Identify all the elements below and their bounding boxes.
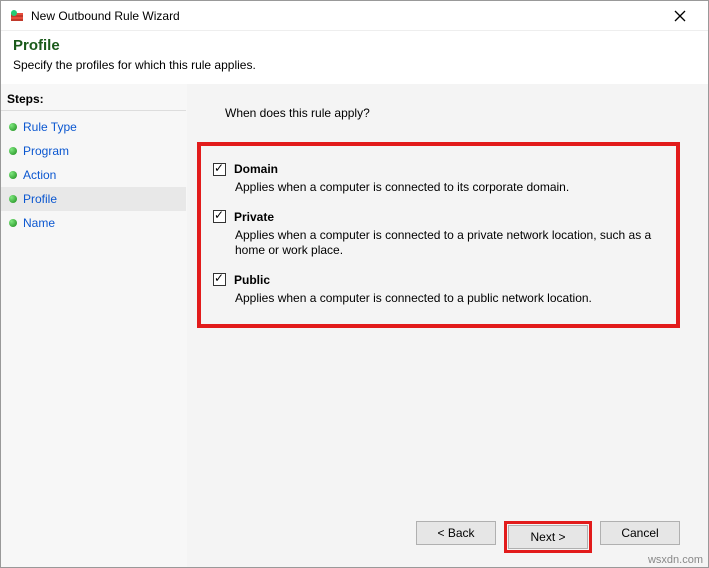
domain-desc: Applies when a computer is connected to … <box>235 180 664 196</box>
option-private: Private Applies when a computer is conne… <box>213 210 664 259</box>
public-desc: Applies when a computer is connected to … <box>235 291 664 307</box>
bullet-icon <box>9 123 17 131</box>
header: Profile Specify the profiles for which t… <box>1 31 708 84</box>
private-desc: Applies when a computer is connected to … <box>235 228 664 259</box>
bullet-icon <box>9 195 17 203</box>
wizard-window: New Outbound Rule Wizard Profile Specify… <box>0 0 709 568</box>
body: Steps: Rule Type Program Action Profile <box>1 84 708 567</box>
domain-checkbox[interactable] <box>213 163 226 176</box>
steps-title: Steps: <box>1 90 186 111</box>
step-program[interactable]: Program <box>1 139 186 163</box>
titlebar: New Outbound Rule Wizard <box>1 1 708 31</box>
step-label: Rule Type <box>23 120 77 134</box>
next-highlight: Next > <box>504 521 592 553</box>
bullet-icon <box>9 147 17 155</box>
step-profile[interactable]: Profile <box>1 187 186 211</box>
page-subtitle: Specify the profiles for which this rule… <box>13 58 696 72</box>
steps-sidebar: Steps: Rule Type Program Action Profile <box>1 84 187 567</box>
private-checkbox[interactable] <box>213 210 226 223</box>
cancel-button[interactable]: Cancel <box>600 521 680 545</box>
public-label: Public <box>234 273 270 287</box>
close-button[interactable] <box>660 2 700 30</box>
step-label: Program <box>23 144 69 158</box>
page-title: Profile <box>13 37 696 54</box>
step-rule-type[interactable]: Rule Type <box>1 115 186 139</box>
step-label: Action <box>23 168 56 182</box>
content-pane: When does this rule apply? Domain Applie… <box>187 84 708 567</box>
firewall-icon <box>9 8 25 24</box>
domain-label: Domain <box>234 162 278 176</box>
bullet-icon <box>9 219 17 227</box>
next-button[interactable]: Next > <box>508 525 588 549</box>
step-action[interactable]: Action <box>1 163 186 187</box>
option-domain: Domain Applies when a computer is connec… <box>213 162 664 196</box>
profile-options-group: Domain Applies when a computer is connec… <box>197 142 680 328</box>
prompt-text: When does this rule apply? <box>217 106 688 120</box>
public-checkbox[interactable] <box>213 273 226 286</box>
back-button[interactable]: < Back <box>416 521 496 545</box>
step-label: Name <box>23 216 55 230</box>
footer-buttons: < Back Next > Cancel <box>217 511 688 553</box>
window-title: New Outbound Rule Wizard <box>31 9 660 23</box>
step-name[interactable]: Name <box>1 211 186 235</box>
step-label: Profile <box>23 192 57 206</box>
option-public: Public Applies when a computer is connec… <box>213 273 664 307</box>
private-label: Private <box>234 210 274 224</box>
watermark: wsxdn.com <box>648 554 703 566</box>
bullet-icon <box>9 171 17 179</box>
